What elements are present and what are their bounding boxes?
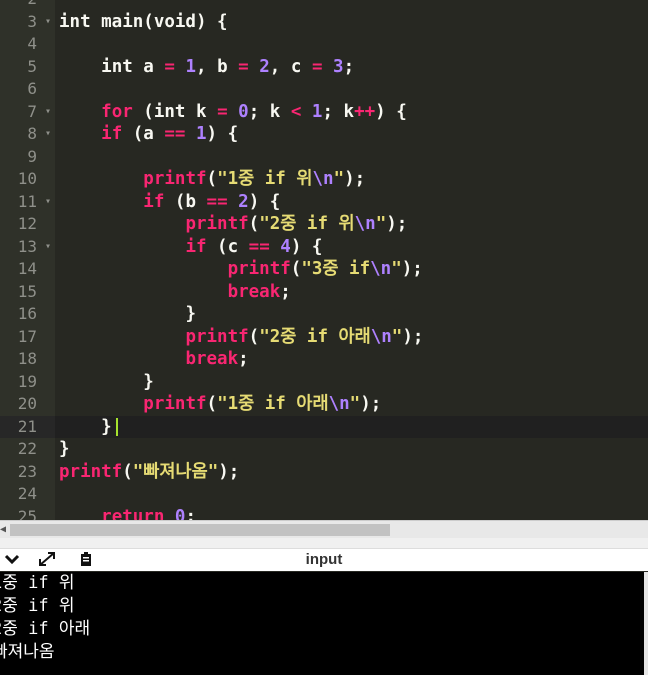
line-number-active: 21 bbox=[0, 415, 55, 438]
line-number: 20 bbox=[17, 394, 37, 413]
code-line-active[interactable]: } bbox=[55, 415, 648, 438]
code-line[interactable]: break; bbox=[55, 348, 648, 371]
fold-arrow-icon[interactable]: ▾ bbox=[45, 191, 51, 214]
code-line[interactable]: printf("1중 if 위\n"); bbox=[55, 168, 648, 191]
panel-divider[interactable] bbox=[0, 538, 648, 548]
code-line[interactable]: if (a == 1) { bbox=[55, 123, 648, 146]
line-number: 5 bbox=[27, 56, 37, 76]
code-line[interactable]: } bbox=[55, 303, 648, 326]
line-number: 23 bbox=[17, 461, 37, 481]
line-number: 22 bbox=[17, 439, 37, 458]
output-line: 1중 if 위 bbox=[0, 573, 75, 593]
code-line[interactable] bbox=[55, 146, 648, 169]
line-number: 12 bbox=[17, 214, 37, 233]
line-number: 3 ▾ bbox=[0, 11, 55, 34]
line-number-gutter: 2 3▾ 4 5 6 7▾ 8▾ 9 10 11▾ 12 13▾ 14 15 1… bbox=[0, 0, 55, 520]
code-line[interactable]: } bbox=[55, 438, 648, 461]
console-output: 1중 if 위 2중 if 위 2중 if 아래 빠져나옴 bbox=[0, 572, 648, 675]
vertical-scrollbar-track[interactable] bbox=[644, 572, 648, 675]
code-line[interactable]: if (c == 4) { bbox=[55, 236, 648, 259]
line-number: 15 bbox=[17, 281, 37, 301]
code-editor[interactable]: 2 3▾ 4 5 6 7▾ 8▾ 9 10 11▾ 12 13▾ 14 15 1… bbox=[0, 0, 648, 520]
panel-title: input bbox=[305, 551, 343, 568]
code-line[interactable]: printf("2중 if 아래\n"); bbox=[55, 326, 648, 349]
code-line[interactable]: int main(void) { bbox=[55, 11, 648, 34]
code-line[interactable]: printf("2중 if 위\n"); bbox=[55, 213, 648, 236]
code-line[interactable]: printf("1중 if 아래\n"); bbox=[55, 393, 648, 416]
code-line[interactable]: if (b == 2) { bbox=[55, 191, 648, 214]
scroll-left-arrow-icon[interactable]: ◀ bbox=[0, 524, 6, 535]
scrollbar-thumb[interactable] bbox=[10, 524, 390, 536]
line-number: 17 bbox=[17, 326, 37, 346]
code-line[interactable] bbox=[55, 0, 648, 11]
code-area[interactable]: int main(void) { int a = 1, b = 2, c = 3… bbox=[55, 0, 648, 520]
line-number: 18 bbox=[17, 349, 37, 368]
code-line[interactable]: printf("3중 if\n"); bbox=[55, 258, 648, 281]
line-number: 9 bbox=[27, 146, 37, 166]
code-line[interactable]: break; bbox=[55, 281, 648, 304]
code-line[interactable]: int a = 1, b = 2, c = 3; bbox=[55, 56, 648, 79]
code-line[interactable] bbox=[55, 33, 648, 56]
text-cursor bbox=[115, 417, 118, 436]
fold-arrow-icon[interactable]: ▾ bbox=[45, 123, 51, 146]
line-number: 11 ▾ bbox=[0, 191, 55, 214]
output-line: 2중 if 아래 bbox=[0, 619, 91, 639]
line-number: 2 bbox=[0, 0, 55, 11]
line-number: 4 bbox=[27, 34, 37, 53]
code-line[interactable]: for (int k = 0; k < 1; k++) { bbox=[55, 101, 648, 124]
input-panel-header: input bbox=[0, 548, 648, 571]
line-number: 25 bbox=[17, 506, 37, 521]
line-number: 7 ▾ bbox=[0, 101, 55, 124]
line-number: 14 bbox=[17, 259, 37, 278]
line-number: 24 bbox=[17, 484, 37, 503]
line-number: 16 bbox=[17, 304, 37, 323]
code-line[interactable]: return 0; bbox=[55, 506, 648, 521]
line-number: 6 bbox=[27, 79, 37, 98]
line-number: 10 bbox=[17, 169, 37, 188]
fold-arrow-icon[interactable]: ▾ bbox=[45, 236, 51, 259]
code-line[interactable] bbox=[55, 78, 648, 101]
output-line: 빠져나옴 bbox=[0, 642, 55, 662]
code-line[interactable]: } bbox=[55, 371, 648, 394]
horizontal-scrollbar[interactable]: ◀ bbox=[0, 520, 648, 539]
fold-arrow-icon[interactable]: ▾ bbox=[45, 11, 51, 34]
code-line[interactable]: printf("빠져나옴"); bbox=[55, 461, 648, 484]
line-number: 19 bbox=[17, 371, 37, 391]
line-number: 13 ▾ bbox=[0, 236, 55, 259]
output-line: 2중 if 위 bbox=[0, 596, 75, 616]
line-number: 8 ▾ bbox=[0, 123, 55, 146]
code-line[interactable] bbox=[55, 483, 648, 506]
fold-arrow-icon[interactable]: ▾ bbox=[45, 101, 51, 124]
